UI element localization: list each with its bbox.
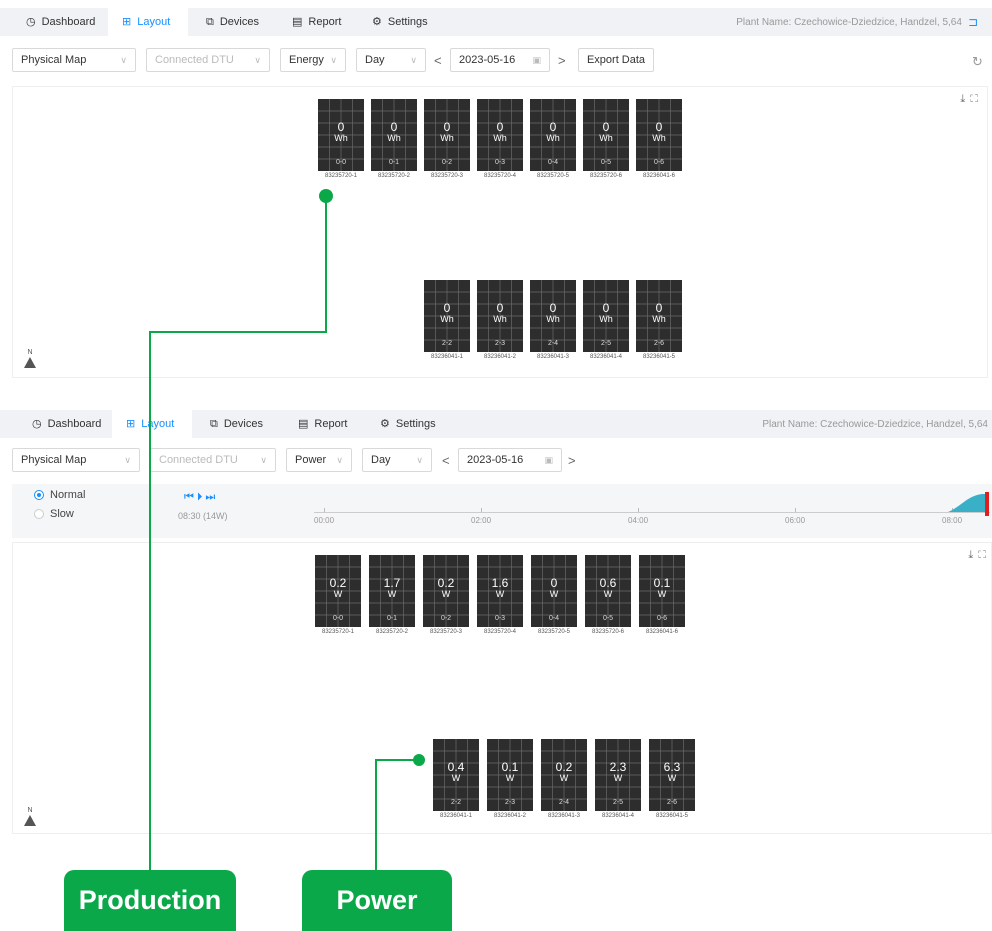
production-callout: Production — [64, 870, 236, 931]
callout-connectors — [149, 189, 425, 870]
power-callout: Power — [302, 870, 452, 931]
